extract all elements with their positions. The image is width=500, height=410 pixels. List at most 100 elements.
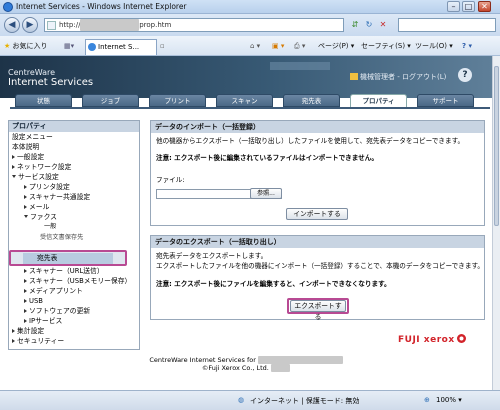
refresh-icon[interactable]: ↻ [362, 18, 376, 32]
file-label: ファイル: [156, 176, 185, 184]
address-suffix: prop.htm [139, 21, 172, 29]
expand-arrow-icon [24, 185, 27, 189]
tab-support[interactable]: サポート [417, 94, 474, 107]
browser-tab-label: Internet S... [98, 43, 140, 51]
browser-tab[interactable]: Internet S... [85, 39, 157, 55]
internet-zone-icon: ◍ [238, 396, 245, 404]
browse-button[interactable]: 参照... [250, 188, 282, 199]
zoom-level[interactable]: 100% ▾ [436, 396, 462, 404]
expand-arrow-icon [24, 205, 27, 209]
sidebar-item-services[interactable]: サービス設定 [12, 172, 59, 182]
minimize-button[interactable]: – [447, 1, 460, 12]
favorites-button[interactable]: ★ お気に入り [4, 39, 48, 53]
export-description-2: エクスポートしたファイルを他の機器にインポート（一括登録）することで、本機のデー… [156, 262, 484, 270]
footer-product-line: CentreWare Internet Services for xxxxxxx… [0, 356, 492, 364]
sidebar-item-printer[interactable]: プリンタ設定 [24, 182, 70, 192]
sidebar-item-software-update[interactable]: ソフトウェアの更新 [24, 306, 90, 316]
admin-logout-label: 機械管理者 - ログアウト(L) [360, 73, 447, 81]
address-bar-row: ◀ ▶ http://xxx.xxx.xxx.xxx/prop.htm ⇵ ↻ … [0, 14, 500, 36]
sidebar-item-scanner-url[interactable]: スキャナー（URL送信） [24, 266, 104, 276]
export-panel-title: データのエクスポート（一括取り出し） [151, 236, 484, 248]
expand-arrow-icon [24, 269, 27, 273]
export-button[interactable]: エクスポートする [290, 300, 346, 321]
import-button[interactable]: インポートする [286, 208, 348, 220]
import-description: 他の機器からエクスポート（一括取り出し）したファイルを使用して、宛先表データをコ… [156, 137, 465, 145]
maximize-button[interactable]: □ [462, 1, 475, 12]
sidebar-item-mail[interactable]: メール [24, 202, 49, 212]
home-icon[interactable]: ⌂ ▾ [250, 39, 260, 53]
close-button[interactable]: ✕ [478, 1, 491, 12]
tab-jobs[interactable]: ジョブ [82, 94, 139, 107]
tab-address-book[interactable]: 宛先表 [283, 94, 340, 107]
star-icon: ★ [4, 42, 11, 50]
sidebar-item-scanner-common[interactable]: スキャナー共通設定 [24, 192, 90, 202]
compat-view-icon[interactable]: ⇵ [348, 18, 362, 32]
import-panel-title: データのインポート（一括登録） [151, 121, 484, 133]
export-description-1: 宛先表データをエクスポートします。 [156, 252, 268, 260]
safety-menu[interactable]: セーフティ(S) ▾ [361, 39, 411, 53]
footer-year-redacted: xxxxx [270, 364, 291, 372]
sidebar-item-fax[interactable]: ファクス [24, 212, 57, 222]
sidebar-item-received-doc[interactable]: 受信文書保存先 [40, 233, 83, 243]
zone-status: インターネット | 保護モード: 無効 [250, 397, 360, 405]
brand-line1: CentreWare [8, 68, 56, 77]
forward-icon[interactable]: ▶ [22, 17, 38, 33]
expand-arrow-icon [12, 155, 15, 159]
sidebar-item-security[interactable]: セキュリティー [12, 336, 64, 346]
vertical-scrollbar[interactable] [492, 56, 500, 390]
sidebar-title: プロパティ [9, 121, 139, 132]
address-prefix: http:// [59, 21, 81, 29]
window-title: Internet Services - Windows Internet Exp… [16, 2, 187, 11]
expand-arrow-icon [24, 309, 27, 313]
model-name-redacted [270, 62, 330, 70]
tab-properties[interactable]: プロパティ [350, 94, 407, 108]
window-titlebar: Internet Services - Windows Internet Exp… [0, 0, 500, 14]
print-icon[interactable]: ⎙ ▾ [294, 39, 305, 53]
expand-arrow-icon [12, 339, 15, 343]
search-input[interactable] [398, 18, 496, 32]
main-tabs: 状態 ジョブ プリント スキャン 宛先表 プロパティ サポート [15, 94, 490, 108]
back-icon[interactable]: ◀ [4, 17, 20, 33]
ie-logo-icon [3, 2, 13, 12]
sidebar-item-fax-general[interactable]: 一般 [44, 222, 56, 232]
status-bar: ◍ インターネット | 保護モード: 無効 ⊕ 100% ▾ [0, 390, 500, 410]
help-icon[interactable]: ? [458, 68, 472, 82]
page-icon [47, 21, 56, 30]
feeds-icon[interactable]: ▣ ▾ [272, 39, 284, 53]
sidebar-item-usb[interactable]: USB [24, 296, 43, 306]
footer-model-redacted: xxxxxxxxxxxxxxxxxxxxxx [258, 356, 343, 364]
tab-status[interactable]: 状態 [15, 94, 72, 107]
zoom-icon: ⊕ [424, 396, 430, 404]
sidebar-item-settings-menu[interactable]: 設定メニュー [12, 132, 53, 142]
tab-print[interactable]: プリント [149, 94, 206, 107]
expand-arrow-icon [24, 319, 27, 323]
fuji-xerox-logo: FUJI xerox [398, 334, 466, 345]
expand-arrow-icon [24, 279, 27, 283]
address-input[interactable]: http://xxx.xxx.xxx.xxx/prop.htm [44, 18, 344, 32]
expand-arrow-icon [24, 195, 27, 199]
expand-arrow-icon [24, 299, 27, 303]
tab-underline [10, 107, 490, 109]
sidebar-item-media-print[interactable]: メディアプリント [24, 286, 83, 296]
export-note: 注意: エクスポート後にファイルを編集すると、インポートできなくなります。 [156, 280, 391, 288]
sidebar-item-address-book[interactable]: 宛先表 [23, 253, 113, 264]
stop-icon[interactable]: ✕ [376, 18, 390, 32]
new-tab-icon[interactable]: ▫ [160, 39, 165, 53]
sidebar-item-description[interactable]: 本体説明 [12, 142, 39, 152]
sidebar-item-address-book-selected[interactable]: 宛先表 [9, 250, 127, 266]
tab-list-icon[interactable]: ▦▾ [64, 39, 74, 53]
page-menu[interactable]: ページ(P) ▾ [318, 39, 354, 53]
sidebar-item-general[interactable]: 一般設定 [12, 152, 44, 162]
sidebar-item-network[interactable]: ネットワーク設定 [12, 162, 71, 172]
admin-logout[interactable]: 機械管理者 - ログアウト(L) [350, 72, 446, 82]
scrollbar-thumb[interactable] [494, 66, 499, 226]
sidebar-item-scanner-usb[interactable]: スキャナー（USBメモリー保存） [24, 276, 131, 286]
help-menu-icon[interactable]: ? ▾ [462, 39, 472, 53]
expand-arrow-icon [12, 329, 15, 333]
expand-arrow-icon [12, 165, 15, 169]
tools-menu[interactable]: ツール(O) ▾ [415, 39, 453, 53]
sidebar-item-ip-services[interactable]: IPサービス [24, 316, 62, 326]
admin-user-icon [350, 73, 358, 80]
tab-scan[interactable]: スキャン [216, 94, 273, 107]
sidebar-item-accounting[interactable]: 集計設定 [12, 326, 44, 336]
